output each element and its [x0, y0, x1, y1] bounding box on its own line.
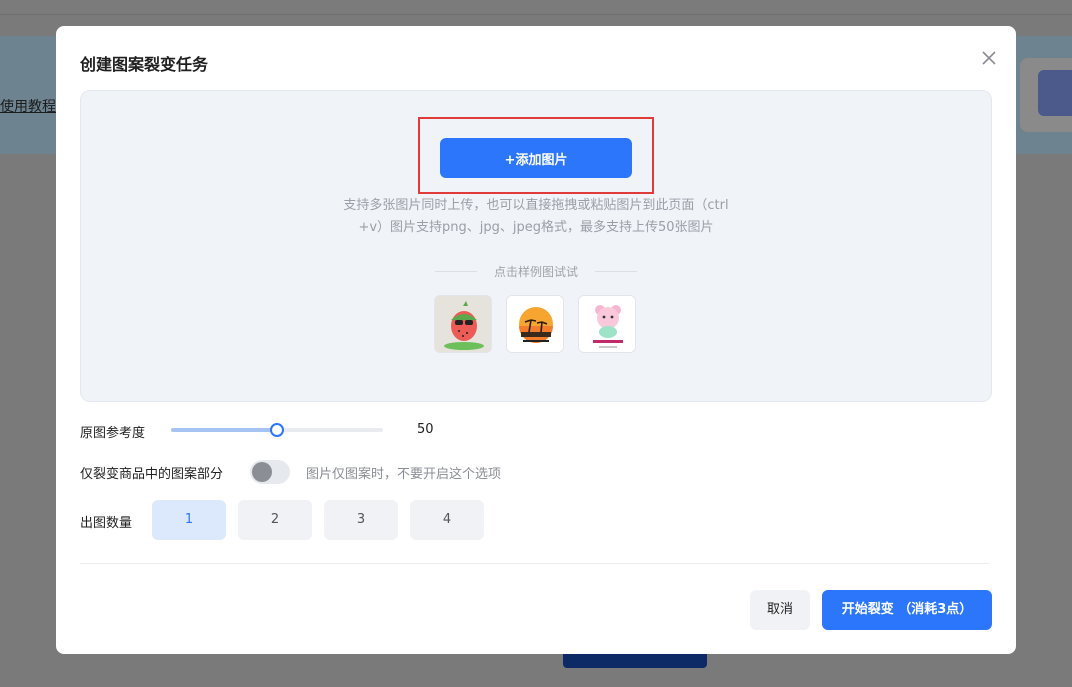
- output-count-option-3[interactable]: 3: [324, 500, 398, 540]
- pattern-only-toggle[interactable]: [250, 460, 290, 484]
- sample-image-bear-sticker[interactable]: [578, 295, 636, 353]
- tutorial-link[interactable]: 使用教程: [0, 96, 56, 116]
- background-topbar: [0, 0, 1072, 15]
- background-banner-thumbnail: [1020, 58, 1072, 132]
- sample-image-sunset-badge[interactable]: [506, 295, 564, 353]
- pattern-only-label: 仅裂变商品中的图案部分: [80, 467, 224, 482]
- reference-value: 50: [417, 422, 434, 437]
- toggle-knob: [252, 462, 272, 482]
- reference-label: 原图参考度: [80, 426, 146, 441]
- upload-hint: 支持多张图片同时上传，也可以直接拖拽或粘贴图片到此页面（ctrl +v）图片支持…: [311, 195, 761, 239]
- sample-divider: 点击样例图试试: [431, 263, 641, 281]
- output-count-option-4[interactable]: 4: [410, 500, 484, 540]
- sample-image-watermelon[interactable]: [434, 295, 492, 353]
- pattern-only-hint: 图片仅图案时，不要开启这个选项: [306, 467, 502, 482]
- output-count-option-2[interactable]: 2: [238, 500, 312, 540]
- output-count-option-1[interactable]: 1: [152, 500, 226, 540]
- close-icon[interactable]: [978, 47, 1000, 69]
- reference-slider[interactable]: [171, 423, 383, 437]
- create-pattern-task-dialog: 创建图案裂变任务 +添加图片 支持多张图片同时上传，也可以直接拖拽或粘贴图片到此…: [56, 26, 1016, 654]
- reference-slider-thumb[interactable]: [270, 423, 284, 437]
- reference-slider-fill: [171, 428, 277, 432]
- upload-drop-zone[interactable]: +添加图片 支持多张图片同时上传，也可以直接拖拽或粘贴图片到此页面（ctrl +…: [80, 90, 992, 402]
- add-image-button[interactable]: +添加图片: [440, 138, 632, 178]
- cancel-button[interactable]: 取消: [750, 590, 810, 630]
- start-fission-button[interactable]: 开始裂变 （消耗3点）: [822, 590, 992, 630]
- upload-hint-line-1: 支持多张图片同时上传，也可以直接拖拽或粘贴图片到此页面（ctrl: [343, 198, 729, 213]
- dialog-title: 创建图案裂变任务: [80, 55, 209, 74]
- upload-hint-line-2: +v）图片支持png、jpg、jpeg格式，最多支持上传50张图片: [358, 220, 714, 235]
- footer-divider: [80, 563, 990, 564]
- output-count-label: 出图数量: [80, 516, 133, 531]
